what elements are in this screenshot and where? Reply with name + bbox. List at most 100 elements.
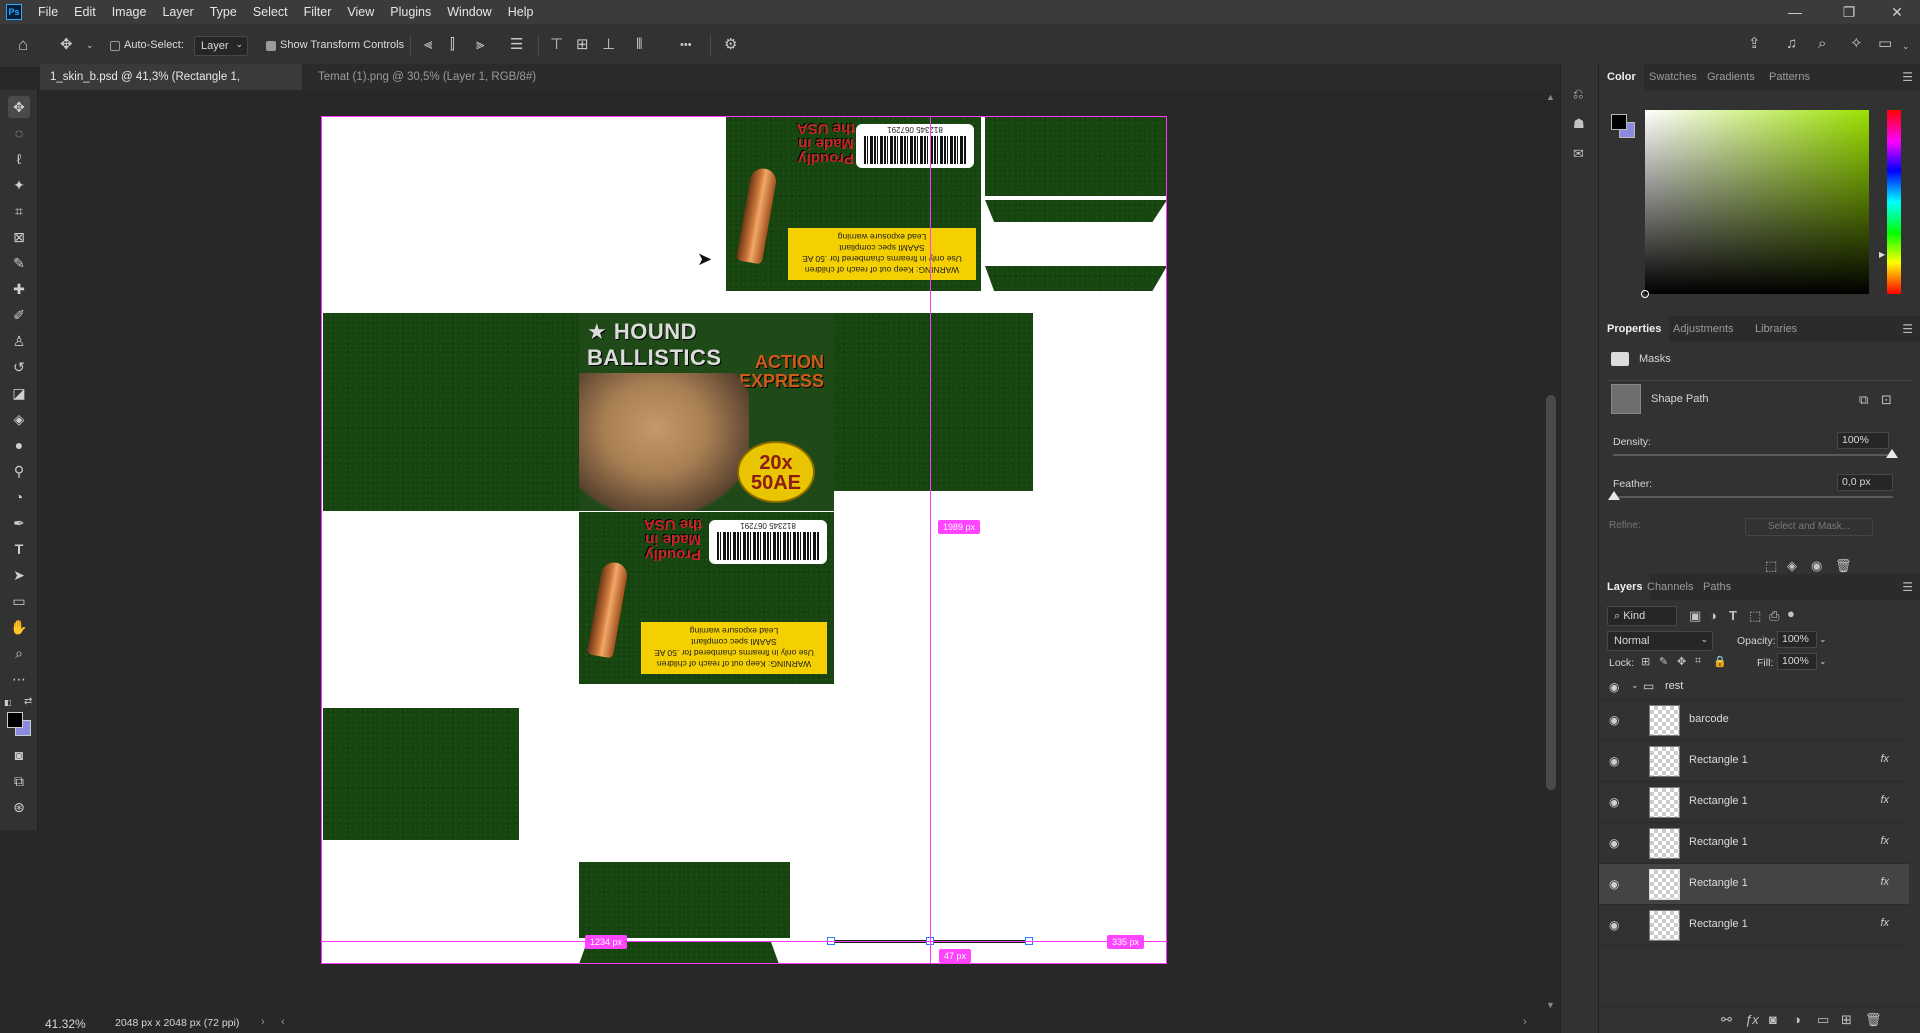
fx-icon[interactable]: ƒx — [1745, 1012, 1759, 1027]
chevron-right-icon[interactable]: › — [261, 1016, 265, 1028]
vertical-scrollbar[interactable] — [1546, 395, 1556, 790]
fx-icon[interactable]: fx — [1880, 835, 1889, 847]
move-tool-preset-icon[interactable]: ✥ — [60, 36, 73, 54]
eye-icon[interactable]: ◉ — [1609, 713, 1619, 727]
layer-group-rest[interactable]: ◉ ⌄ ▭ rest — [1599, 674, 1909, 700]
vector-mask-icon[interactable]: ⊡ — [1881, 392, 1892, 408]
panel-menu-icon[interactable]: ☰ — [1902, 70, 1913, 84]
lock-transparent-icon[interactable]: ⊞ — [1641, 655, 1650, 668]
crop-tool-icon[interactable]: ⌗ — [8, 200, 30, 222]
link-layers-icon[interactable]: ⚯ — [1721, 1012, 1732, 1028]
adjustment-layer-icon[interactable]: ◑ — [1793, 1012, 1801, 1027]
tab-temat-png[interactable]: Temat (1).png @ 30,5% (Layer 1, RGB/8#) … — [308, 64, 570, 109]
density-slider[interactable] — [1613, 454, 1893, 456]
panel-menu-icon[interactable]: ☰ — [1902, 580, 1913, 594]
new-group-icon[interactable]: ▭ — [1817, 1012, 1829, 1028]
tab-properties[interactable]: Properties — [1599, 316, 1670, 342]
dodge-tool-icon[interactable]: ⚲ — [8, 460, 30, 482]
chevron-down-icon[interactable]: ⌄ — [1819, 634, 1827, 645]
hue-slider-thumb[interactable]: ▶ — [1879, 250, 1885, 259]
minimize-icon[interactable]: — — [1772, 0, 1818, 24]
menu-filter[interactable]: Filter — [296, 0, 340, 24]
eye-icon[interactable]: ◉ — [1609, 795, 1619, 809]
trash-icon[interactable]: 🗑 — [1865, 1012, 1882, 1028]
zoom-tool-icon[interactable]: ⌕ — [8, 642, 30, 664]
history-brush-icon[interactable]: ↺ — [8, 356, 30, 378]
filter-smart-object-icon[interactable]: ⎙ — [1769, 608, 1779, 624]
more-options-icon[interactable]: ••• — [680, 36, 692, 54]
brush-tool-icon[interactable]: ✐ — [8, 304, 30, 326]
clone-stamp-icon[interactable]: ♙ — [8, 330, 30, 352]
screen-mode-icon[interactable]: ⧉ — [8, 770, 30, 792]
layer-row-selected[interactable]: ◉ Rectangle 1 fx — [1599, 864, 1909, 905]
healing-brush-icon[interactable]: ✚ — [8, 278, 30, 300]
load-selection-icon[interactable]: ⬚ — [1765, 558, 1777, 574]
align-left-icon[interactable]: ⫷ — [424, 36, 432, 54]
photoshop-logo-icon[interactable]: Ps — [6, 4, 22, 20]
swap-colors-icon[interactable]: ⇄ — [24, 696, 32, 707]
align-right-icon[interactable]: ⫸ — [476, 36, 484, 54]
restore-icon[interactable]: ❐ — [1826, 0, 1872, 24]
chevron-down-icon[interactable]: ⌄ — [1819, 656, 1827, 667]
tab-swatches[interactable]: Swatches — [1641, 64, 1705, 90]
default-colors-icon[interactable]: ◧ — [4, 698, 12, 707]
filter-adjustment-icon[interactable]: ◑ — [1709, 608, 1717, 623]
fx-icon[interactable]: fx — [1880, 917, 1889, 929]
color-picker-cursor[interactable] — [1641, 290, 1649, 298]
select-and-mask-button[interactable]: Select and Mask... — [1745, 518, 1873, 536]
auto-select-dropdown[interactable]: Layer ⌄ — [194, 36, 248, 56]
scroll-right-icon[interactable]: › — [1523, 1016, 1527, 1028]
eraser-icon[interactable]: ◪ — [8, 382, 30, 404]
menu-file[interactable]: File — [30, 0, 66, 24]
chevron-down-icon[interactable]: ⌄ — [1631, 680, 1639, 691]
layer-filter-dropdown[interactable]: ⌕ Kind — [1607, 606, 1677, 626]
history-panel-icon[interactable]: ⎌ — [1573, 86, 1583, 102]
eye-icon[interactable]: ◉ — [1609, 918, 1619, 932]
tab-gradients[interactable]: Gradients — [1699, 64, 1763, 90]
more-tools-icon[interactable]: ⋯ — [8, 668, 30, 690]
menu-view[interactable]: View — [339, 0, 382, 24]
fill-field[interactable]: 100% — [1777, 653, 1817, 670]
eye-icon[interactable]: ◉ — [1609, 877, 1619, 891]
chevron-down-icon[interactable]: ⌄ — [1902, 37, 1910, 55]
distribute-horizontal-icon[interactable]: ⦀ — [636, 36, 643, 54]
document-canvas[interactable]: Proudly Made in the USA 812345 067291 WA… — [321, 116, 1167, 964]
density-slider-thumb[interactable] — [1886, 449, 1898, 458]
trash-icon[interactable]: 🗑 — [1835, 558, 1852, 574]
frame-tool-icon[interactable]: ⊠ — [8, 226, 30, 248]
lock-all-icon[interactable]: 🔒 — [1713, 655, 1727, 668]
layer-row[interactable]: ◉ barcode — [1599, 700, 1909, 741]
feather-field[interactable]: 0,0 px — [1837, 474, 1893, 491]
opacity-field[interactable]: 100% — [1777, 631, 1817, 648]
paint-bucket-icon[interactable]: ◈ — [8, 408, 30, 430]
marquee-tool-icon[interactable]: ◌ — [8, 122, 30, 144]
tab-patterns[interactable]: Patterns — [1761, 64, 1818, 90]
fx-icon[interactable]: fx — [1880, 876, 1889, 888]
scroll-left-icon[interactable]: ‹ — [281, 1016, 285, 1028]
layer-row[interactable]: ◉ Rectangle 1 fx — [1599, 905, 1909, 946]
move-tool-icon[interactable]: ✥ — [8, 96, 30, 118]
close-window-icon[interactable]: ✕ — [1874, 0, 1920, 24]
new-layer-icon[interactable]: ⊞ — [1841, 1012, 1852, 1028]
quick-mask-icon[interactable]: ◙ — [8, 744, 30, 766]
layer-row[interactable]: ◉ Rectangle 1 fx — [1599, 741, 1909, 782]
eye-icon[interactable]: ◉ — [1609, 680, 1619, 694]
tab-color[interactable]: Color — [1599, 64, 1644, 90]
eye-icon[interactable]: ◉ — [1609, 836, 1619, 850]
scroll-down-icon[interactable]: ▼ — [1546, 1000, 1555, 1010]
tab-channels[interactable]: Channels — [1639, 574, 1701, 600]
comments-icon[interactable]: ✉ — [1573, 146, 1584, 162]
align-bottom-icon[interactable]: ⊥ — [602, 36, 615, 54]
lasso-tool-icon[interactable]: ℓ — [8, 148, 30, 170]
add-mask-icon[interactable]: ◙ — [1769, 1012, 1777, 1027]
tab-skin-psd[interactable]: 1_skin_b.psd @ 41,3% (Rectangle 1, RGB/8… — [40, 64, 302, 109]
filter-pixel-icon[interactable]: ▣ — [1689, 608, 1701, 624]
distribute-vertical-icon[interactable]: ☰ — [510, 36, 523, 54]
tab-libraries[interactable]: Libraries — [1747, 316, 1805, 342]
blend-mode-dropdown[interactable]: Normal ⌄ — [1607, 631, 1713, 651]
path-selection-icon[interactable]: ➤ — [8, 564, 30, 586]
gear-icon[interactable]: ⚙ — [724, 36, 737, 54]
menu-image[interactable]: Image — [104, 0, 155, 24]
align-top-icon[interactable]: ⊤ — [550, 36, 563, 54]
hue-slider[interactable] — [1887, 110, 1901, 294]
